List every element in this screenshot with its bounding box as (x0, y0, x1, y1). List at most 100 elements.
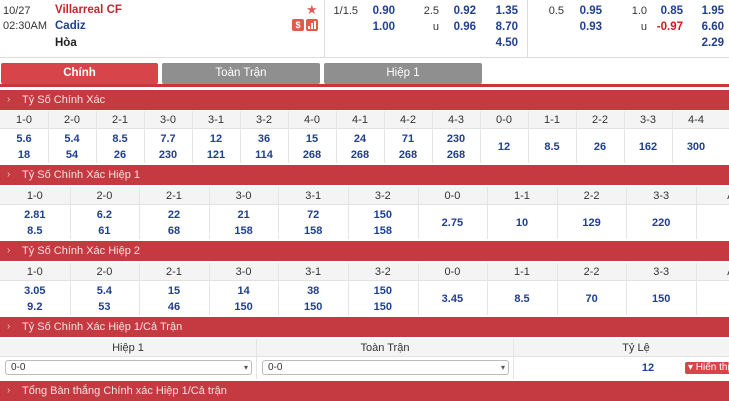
fh-ou-over-odds[interactable]: 0.85 (643, 5, 683, 17)
ou-under-odds[interactable]: 0.96 (436, 21, 476, 33)
home-odds-cell[interactable]: 38 (278, 285, 348, 297)
home-odds-cell[interactable]: 71 (384, 133, 432, 145)
fh-1x2-home-odds[interactable]: 1.95 (684, 5, 724, 17)
away-odds-cell[interactable]: 26 (96, 149, 144, 161)
home-odds-cell[interactable]: 7.7 (144, 133, 192, 145)
1x2-away-odds[interactable]: 8.70 (478, 21, 518, 33)
away-odds-cell[interactable]: 53 (70, 301, 140, 313)
handicap-home-odds[interactable]: 0.90 (355, 5, 395, 17)
show-button[interactable]: ▾ Hiển thị (685, 362, 729, 374)
away-odds-cell[interactable]: 162 (624, 141, 672, 153)
home-odds-cell[interactable]: 72 (278, 209, 348, 221)
tab-full-match[interactable]: Toàn Trận (162, 63, 320, 84)
score-header: 3-1 (305, 266, 322, 278)
home-odds-cell[interactable]: 15 (288, 133, 336, 145)
home-odds-cell[interactable]: 5.4 (70, 285, 140, 297)
home-odds-cell[interactable]: 2.81 (0, 209, 70, 221)
htft-rate-value[interactable]: 12 (620, 362, 676, 374)
home-odds-cell[interactable]: 5.4 (48, 133, 96, 145)
home-odds-cell[interactable]: 230 (432, 133, 480, 145)
home-odds-cell[interactable]: 12 (192, 133, 240, 145)
home-odds-cell[interactable]: 150 (348, 285, 418, 297)
score-header: 3-0 (160, 114, 176, 126)
away-odds-cell[interactable]: 230 (144, 149, 192, 161)
home-team[interactable]: Villarreal CF (55, 4, 122, 16)
handicap-line: 1/1.5 (333, 5, 358, 17)
section-htft-score-header[interactable]: › Tỷ Số Chính Xác Hiệp 1/Cả Trận (0, 317, 729, 337)
away-odds-cell[interactable]: 9.2 (0, 301, 70, 313)
score-header: 4-4 (688, 114, 704, 126)
away-odds-cell[interactable]: 220 (626, 217, 696, 229)
odds-dollar-icon[interactable]: $ (292, 19, 304, 31)
section-correct-score-h2-header[interactable]: › Tỷ Số Chính Xác Hiệp 2 (0, 241, 729, 261)
away-odds-cell[interactable]: 18 (0, 149, 48, 161)
away-odds-cell[interactable]: 129 (557, 217, 627, 229)
away-odds-cell[interactable]: 268 (384, 149, 432, 161)
fh-handicap-away-odds[interactable]: 0.93 (562, 21, 602, 33)
fh-1x2-away-odds[interactable]: 6.60 (684, 21, 724, 33)
score-header: 2-2 (583, 190, 600, 202)
1x2-home-odds[interactable]: 1.35 (478, 5, 518, 17)
fh-1x2-draw-odds[interactable]: 2.29 (684, 37, 724, 49)
away-odds-cell[interactable]: 46 (139, 301, 209, 313)
home-odds-cell[interactable]: 24 (336, 133, 384, 145)
away-odds-cell[interactable]: 10 (487, 217, 557, 229)
handicap-away-odds[interactable]: 1.00 (355, 21, 395, 33)
chevron-down-icon: ▾ (243, 363, 248, 372)
away-odds-cell[interactable]: 268 (288, 149, 336, 161)
away-odds-cell[interactable]: 121 (192, 149, 240, 161)
away-odds-cell[interactable]: 26 (576, 141, 624, 153)
away-odds-cell[interactable]: 61 (70, 225, 140, 237)
away-odds-cell[interactable]: 2.75 (418, 217, 488, 229)
home-odds-cell[interactable]: 36 (240, 133, 288, 145)
away-odds-cell[interactable]: 150 (626, 293, 696, 305)
tab-first-half[interactable]: Hiệp 1 (324, 63, 482, 84)
away-odds-cell[interactable]: 268 (432, 149, 480, 161)
score-header: 1-1 (544, 114, 560, 126)
stats-chart-icon[interactable] (306, 19, 318, 31)
away-odds-cell[interactable]: 3.45 (418, 293, 488, 305)
away-odds-cell[interactable]: 158 (209, 225, 279, 237)
away-odds-cell[interactable]: 70 (557, 293, 627, 305)
away-odds-cell[interactable]: 68 (139, 225, 209, 237)
home-odds-cell[interactable]: 6.2 (70, 209, 140, 221)
home-odds-cell[interactable]: 14 (209, 285, 279, 297)
favorite-star-icon[interactable]: ★ (306, 2, 318, 18)
home-odds-cell[interactable]: 21 (209, 209, 279, 221)
away-odds-cell[interactable]: 12 (480, 141, 528, 153)
away-odds-cell[interactable]: 150 (278, 301, 348, 313)
away-odds-cell[interactable]: 8.5 (0, 225, 70, 237)
away-odds-cell[interactable]: 268 (336, 149, 384, 161)
home-odds-cell[interactable]: 3.05 (0, 285, 70, 297)
fh-handicap-home-odds[interactable]: 0.95 (562, 5, 602, 17)
away-odds-cell[interactable]: 8.5 (487, 293, 557, 305)
away-odds-cell[interactable]: 114 (240, 149, 288, 161)
1x2-draw-odds[interactable]: 4.50 (478, 37, 518, 49)
away-odds-cell[interactable]: 300 (672, 141, 720, 153)
home-odds-cell[interactable]: 150 (348, 209, 418, 221)
away-odds-cell[interactable]: 8.5 (528, 141, 576, 153)
away-odds-cell[interactable]: 158 (278, 225, 348, 237)
score-header: 1-0 (26, 190, 43, 202)
away-odds-cell[interactable]: 150 (348, 301, 418, 313)
home-odds-cell[interactable]: 22 (139, 209, 209, 221)
fh-ou-under-odds[interactable]: -0.97 (643, 21, 683, 33)
ou-over-odds[interactable]: 0.92 (436, 5, 476, 17)
away-odds-cell[interactable]: 150 (209, 301, 279, 313)
away-odds-cell[interactable]: 158 (348, 225, 418, 237)
col-first-half: Hiệp 1 (112, 342, 144, 354)
section-correct-score-h1-header[interactable]: › Tỷ Số Chính Xác Hiệp 1 (0, 165, 729, 185)
section-correct-score-header[interactable]: › Tỷ Số Chính Xác (0, 90, 729, 110)
away-odds-cell[interactable]: 54 (48, 149, 96, 161)
section-exact-goals-htft-header[interactable]: › Tổng Bàn thắng Chính xác Hiệp 1/Cả trận (0, 381, 729, 401)
score-header: 2-2 (592, 114, 608, 126)
home-odds-cell[interactable]: 8.5 (96, 133, 144, 145)
first-half-score-select[interactable]: 0-0 ▾ (5, 360, 252, 375)
full-match-score-select[interactable]: 0-0 ▾ (262, 360, 509, 375)
home-odds-cell[interactable]: 15 (139, 285, 209, 297)
score-header: 1-0 (16, 114, 32, 126)
tab-main[interactable]: Chính (1, 63, 158, 84)
home-odds-cell[interactable]: 5.6 (0, 133, 48, 145)
score-header: 2-2 (583, 266, 600, 278)
away-team[interactable]: Cadiz (55, 20, 86, 32)
